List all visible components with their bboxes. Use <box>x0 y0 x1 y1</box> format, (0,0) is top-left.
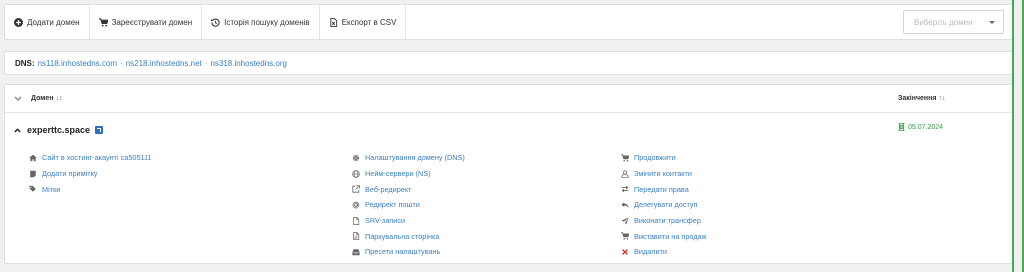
delegate-access-link[interactable]: Делегувати доступ <box>621 197 707 213</box>
action-label: Редирект пошти <box>365 200 420 210</box>
dns-settings-link[interactable]: Налаштування домену (DNS) <box>352 150 465 166</box>
web-redirect-link[interactable]: Веб-редирект <box>352 181 465 197</box>
column-domain-label: Домен <box>31 95 54 102</box>
add-note-link[interactable]: Додати примітку <box>29 166 152 182</box>
action-label: Налаштування домену (DNS) <box>365 153 465 163</box>
action-label: Додати примітку <box>42 169 98 179</box>
action-label: Продовжити <box>634 153 676 163</box>
send-icon <box>621 216 629 225</box>
delete-link[interactable]: Видалити <box>621 244 707 260</box>
note-icon <box>30 170 36 177</box>
exchange-icon <box>621 185 629 193</box>
inbox-icon <box>352 249 360 256</box>
actions-column-1: Сайт в хостинг-акаунті ca505111 Додати п… <box>29 150 152 197</box>
chevron-up-icon[interactable] <box>14 127 21 133</box>
history-icon <box>211 18 220 27</box>
column-expiry-label: Закінчення <box>898 95 937 102</box>
cart-plus-icon <box>621 232 629 240</box>
toolbar: Додати домен Зареєструвати домен Історія… <box>4 4 1013 40</box>
dns-separator: · <box>204 58 208 68</box>
actions-column-3: Продовжити Змінити контакти Передати пра… <box>621 150 707 260</box>
action-label: Змінити контакти <box>634 169 692 179</box>
chevron-down-icon[interactable] <box>14 96 22 102</box>
external-link-icon[interactable] <box>95 126 104 134</box>
action-label: Сайт в хостинг-акаунті ca505111 <box>42 153 152 163</box>
tags-icon <box>29 186 36 193</box>
export-csv-label: Експорт в CSV <box>341 17 397 27</box>
perform-transfer-link[interactable]: Виконати трансфер <box>621 213 707 229</box>
hourglass-icon <box>898 123 905 131</box>
window-edge <box>1012 0 1024 272</box>
delete-icon <box>622 249 628 255</box>
register-domain-button[interactable]: Зареєструвати домен <box>90 5 203 39</box>
srv-records-link[interactable]: SRV-записи <box>352 213 465 229</box>
column-domain[interactable]: Домен ↓↕ <box>31 95 63 102</box>
column-expiry[interactable]: Закінчення ↑↓ <box>898 95 945 102</box>
action-label: Делегувати доступ <box>634 200 698 210</box>
action-label: Паркувальна сторінка <box>365 231 440 241</box>
put-on-sale-link[interactable]: Виставити на продаж <box>621 228 707 244</box>
mail-redirect-link[interactable]: Редирект пошти <box>352 197 465 213</box>
cog-icon <box>352 154 360 161</box>
domains-table: Домен ↓↕ Закінчення ↑↓ experttc.space 05.0… <box>4 84 1013 264</box>
globe-icon <box>352 169 360 178</box>
tags-link[interactable]: Мітки <box>29 181 152 197</box>
dns-server-1[interactable]: ns118.inhostedns.com <box>38 59 117 68</box>
hosting-account-link[interactable]: Сайт в хостинг-акаунті ca505111 <box>29 150 152 166</box>
action-label: Виконати трансфер <box>634 216 701 226</box>
renew-link[interactable]: Продовжити <box>621 150 707 166</box>
scrollbar[interactable] <box>1014 0 1022 272</box>
actions-column-2: Налаштування домену (DNS) Нейм-сервери (… <box>352 150 465 260</box>
action-label: Виставити на продаж <box>634 231 707 241</box>
domain-name: experttc.space <box>14 125 104 135</box>
dns-label: DNS: <box>15 58 35 68</box>
setting-presets-link[interactable]: Пресети налаштувань <box>352 244 465 260</box>
plus-circle-icon <box>14 17 23 27</box>
domain-select[interactable]: Виберіть домен <box>903 10 1004 34</box>
search-history-label: Історія пошуку доменів <box>224 17 310 27</box>
sort-icon[interactable]: ↑↓ <box>938 95 945 102</box>
add-domain-button[interactable]: Додати домен <box>5 5 90 39</box>
add-domain-label: Додати домен <box>27 17 80 27</box>
sort-icon[interactable]: ↓↕ <box>56 95 63 102</box>
dns-separator: · <box>120 58 123 68</box>
action-label: Нейм-сервери (NS) <box>365 169 431 179</box>
name-servers-link[interactable]: Нейм-сервери (NS) <box>352 166 465 182</box>
expiry-date-text: 05.07.2024 <box>908 123 944 131</box>
file-icon <box>353 216 360 225</box>
domain-name-text: experttc.space <box>27 125 91 135</box>
home-icon <box>29 154 37 162</box>
user-icon <box>621 169 629 178</box>
file-text-icon <box>353 232 360 241</box>
action-label: Пресети налаштувань <box>365 247 441 257</box>
at-icon <box>352 201 360 209</box>
cart-icon <box>621 154 629 162</box>
change-contacts-link[interactable]: Змінити контакти <box>621 166 707 182</box>
export-csv-button[interactable]: Експорт в CSV <box>320 5 407 39</box>
cart-icon <box>98 17 108 27</box>
register-domain-label: Зареєструвати домен <box>111 17 193 27</box>
file-excel-icon <box>330 17 337 27</box>
expiry-date: 05.07.2024 <box>898 123 943 131</box>
action-label: SRV-записи <box>365 216 406 226</box>
chevron-down-icon <box>989 20 995 24</box>
parking-page-link[interactable]: Паркувальна сторінка <box>352 228 465 244</box>
action-label: Видалити <box>634 247 668 257</box>
reply-icon <box>621 202 629 208</box>
dns-server-2[interactable]: ns218.inhostedns.net <box>126 59 202 68</box>
action-label: Передати права <box>634 184 689 194</box>
dns-server-3[interactable]: ns318.inhostedns.org <box>210 59 287 68</box>
search-history-button[interactable]: Історія пошуку доменів <box>202 5 320 39</box>
external-link-icon <box>352 185 360 193</box>
transfer-rights-link[interactable]: Передати права <box>621 181 707 197</box>
action-label: Веб-редирект <box>365 184 412 194</box>
table-row: experttc.space 05.07.2024 Сайт в хостинг… <box>5 113 1012 263</box>
domain-select-placeholder: Виберіть домен <box>914 17 973 27</box>
action-label: Мітки <box>42 184 61 194</box>
dns-bar: DNS: ns118.inhostedns.com · ns218.inhost… <box>4 51 1013 75</box>
table-header: Домен ↓↕ Закінчення ↑↓ <box>5 85 1012 113</box>
